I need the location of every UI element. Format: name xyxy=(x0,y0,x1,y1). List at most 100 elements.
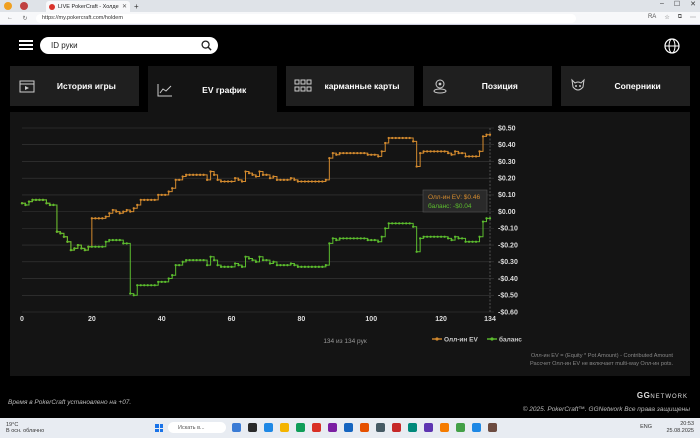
series-point xyxy=(394,222,397,225)
reader-mode-button[interactable]: RA xyxy=(648,14,656,21)
series-point xyxy=(202,258,205,262)
url-text: https://my.pokercraft.com/holdem xyxy=(42,15,123,21)
favorite-star-icon[interactable]: ☆ xyxy=(664,14,669,21)
chart-line-icon xyxy=(150,83,180,97)
app-icon[interactable] xyxy=(440,423,449,432)
extensions-icon[interactable]: ⧉ xyxy=(678,14,682,21)
series-point xyxy=(265,173,268,176)
series-point xyxy=(391,222,394,225)
app-icon[interactable] xyxy=(376,423,385,432)
y-tick-label: $0.20 xyxy=(498,175,516,182)
tab-ev-chart[interactable]: EV график xyxy=(147,66,277,114)
taskbar-search[interactable]: Искать в... xyxy=(168,422,226,433)
url-field[interactable]: https://my.pokercraft.com/holdem xyxy=(36,13,576,23)
tab-label: карманные карты xyxy=(324,81,400,91)
series-point xyxy=(401,136,404,140)
series-point xyxy=(254,260,258,263)
weather-widget[interactable]: 19°C В осн. облачно xyxy=(6,422,44,434)
series-point xyxy=(87,245,90,248)
y-tick-label: -$0.40 xyxy=(498,276,518,283)
system-clock[interactable]: 20:53 25.08.2025 xyxy=(666,421,694,435)
browser-menu-icon[interactable]: ⋯ xyxy=(690,14,696,21)
app-icon[interactable] xyxy=(328,423,337,432)
app-icon[interactable] xyxy=(232,423,241,432)
app-icon[interactable] xyxy=(264,423,273,432)
series-point xyxy=(345,237,348,240)
series-point xyxy=(436,150,439,153)
series-point xyxy=(157,193,160,197)
series-point xyxy=(314,180,317,183)
globe-language-icon[interactable] xyxy=(664,38,680,54)
tab-label: Позиция xyxy=(481,81,518,91)
app-icon[interactable] xyxy=(312,423,321,432)
series-point xyxy=(115,238,118,242)
app-icon[interactable] xyxy=(344,423,353,432)
browser-tab[interactable]: LIVE PokerCraft - Холдем ✕ xyxy=(46,1,130,12)
app-icon[interactable] xyxy=(456,423,465,432)
app-icon[interactable] xyxy=(392,423,401,432)
series-point xyxy=(143,284,146,287)
search-icon[interactable] xyxy=(201,40,212,51)
app-icon[interactable] xyxy=(296,423,305,432)
pokercraft-app: История игры EV график карманные карты П… xyxy=(0,26,700,418)
tab-position[interactable]: Позиция xyxy=(423,66,553,106)
y-tick-label: $0.10 xyxy=(498,192,516,199)
series-point xyxy=(171,187,174,190)
series-point xyxy=(268,262,272,265)
series-point xyxy=(62,235,66,238)
app-icon[interactable] xyxy=(408,423,417,432)
legend-item-ev[interactable]: Олл-ин EV xyxy=(432,337,478,344)
back-icon[interactable]: ← xyxy=(5,15,15,21)
app-icon[interactable] xyxy=(424,423,433,432)
series-point xyxy=(425,150,429,153)
close-window-icon[interactable]: ✕ xyxy=(690,0,696,8)
hamburger-menu-icon[interactable] xyxy=(19,40,33,50)
series-point xyxy=(108,238,111,242)
tab-pocket-cards[interactable]: карманные карты xyxy=(285,66,415,106)
series-point xyxy=(261,258,265,262)
y-tick-label: $0.40 xyxy=(498,142,516,149)
refresh-icon[interactable]: ↻ xyxy=(20,15,30,22)
series-point xyxy=(335,238,338,242)
close-tab-icon[interactable]: ✕ xyxy=(122,3,127,10)
new-tab-icon[interactable]: + xyxy=(134,2,139,11)
maximize-icon[interactable]: ☐ xyxy=(674,0,680,8)
series-point xyxy=(226,180,230,183)
series-point xyxy=(219,265,223,268)
language-indicator[interactable]: ENG xyxy=(640,424,652,430)
series-point xyxy=(310,265,314,268)
series-point xyxy=(212,258,216,262)
ev-formula-note: Олл-ин EV = (Equity * Pot Amount) - Cont… xyxy=(531,353,674,359)
app-icon[interactable] xyxy=(280,423,289,432)
profile-icon[interactable] xyxy=(4,2,12,10)
series-point xyxy=(408,222,411,225)
legend-item-balance[interactable]: баланс xyxy=(487,336,522,344)
app-icon[interactable] xyxy=(360,423,369,432)
tab-game-history[interactable]: История игры xyxy=(10,66,139,106)
series-point xyxy=(349,237,352,240)
app-header xyxy=(10,30,690,62)
series-point xyxy=(90,217,94,220)
series-point xyxy=(432,150,436,153)
hand-id-search xyxy=(40,37,218,54)
app-icon[interactable] xyxy=(488,423,497,432)
workspace-icon[interactable] xyxy=(20,2,28,10)
app-icon[interactable] xyxy=(472,423,481,432)
timezone-note: Время в PokerCraft установлено на +07. xyxy=(8,399,132,406)
browser-tabbar: LIVE PokerCraft - Холдем ✕ + – ☐ ✕ xyxy=(0,0,700,12)
app-icon[interactable] xyxy=(248,423,257,432)
series-point xyxy=(415,165,418,168)
series-point xyxy=(97,217,100,220)
series-point xyxy=(387,222,390,225)
series-point xyxy=(380,150,383,153)
series-point xyxy=(38,198,41,202)
series-point xyxy=(97,245,100,248)
minimize-icon[interactable]: – xyxy=(660,0,664,8)
series-point xyxy=(247,257,251,260)
hand-id-search-input[interactable] xyxy=(51,41,191,50)
tab-opponents[interactable]: Соперники xyxy=(561,66,690,106)
series-point xyxy=(279,178,282,182)
series-point xyxy=(363,237,366,240)
windows-start-icon[interactable] xyxy=(155,424,163,432)
series-point xyxy=(132,294,135,297)
